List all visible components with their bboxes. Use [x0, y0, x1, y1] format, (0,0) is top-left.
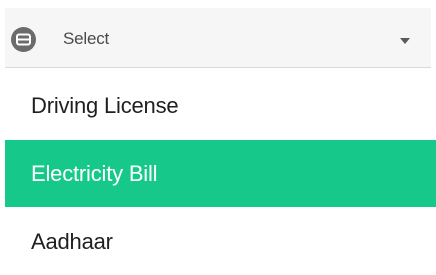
- document-type-select-widget: Select Driving License Electricity Bill …: [0, 0, 436, 275]
- document-type-select[interactable]: Select: [5, 8, 431, 68]
- option-aadhaar[interactable]: Aadhaar: [5, 208, 436, 275]
- dropdown-menu: Driving License Electricity Bill Aadhaar: [5, 68, 436, 275]
- option-electricity-bill[interactable]: Electricity Bill: [5, 140, 436, 207]
- credit-card-icon: [11, 27, 36, 52]
- option-driving-license[interactable]: Driving License: [5, 72, 436, 139]
- select-value: Select: [63, 29, 110, 48]
- caret-down-icon[interactable]: [400, 38, 410, 44]
